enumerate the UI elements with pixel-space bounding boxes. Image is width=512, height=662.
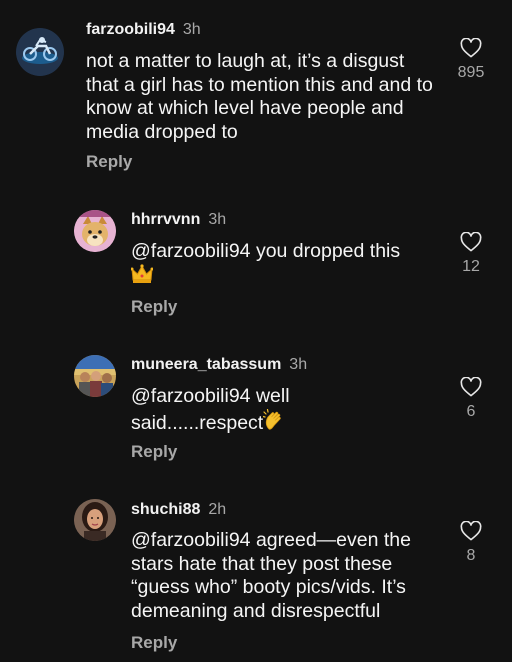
crown-emoji-icon [130, 263, 154, 291]
like-count: 6 [466, 403, 476, 420]
username[interactable]: farzoobili94 [86, 21, 175, 38]
motorcycle-logo-icon [16, 28, 64, 76]
doge-avatar-icon [74, 210, 116, 252]
username[interactable]: muneera_tabassum [131, 356, 281, 373]
like-button[interactable]: 895 [453, 38, 489, 82]
like-count: 8 [466, 547, 476, 564]
heart-icon [460, 521, 482, 541]
comment-text-content: @farzoobili94 you dropped this [131, 240, 401, 262]
heart-icon [460, 377, 482, 397]
heart-icon [460, 38, 482, 58]
comment-meta: farzoobili94 3h [86, 20, 201, 40]
username[interactable]: shuchi88 [131, 501, 200, 518]
like-button[interactable]: 6 [453, 377, 489, 421]
comment-text: not a matter to laugh at, it’s a disgust… [86, 50, 433, 143]
comment-text: @farzoobili94 you dropped this [130, 240, 436, 291]
avatar[interactable] [74, 499, 116, 541]
timestamp: 3h [289, 356, 308, 373]
timestamp: 2h [208, 501, 227, 518]
woman-portrait-avatar-icon [74, 499, 116, 541]
comment-meta: shuchi88 2h [131, 500, 226, 520]
comment-text: @farzoobili94 well said......respect [131, 385, 331, 437]
like-count: 895 [457, 64, 485, 81]
avatar[interactable] [16, 28, 64, 76]
like-count: 12 [462, 258, 480, 275]
clapping-hands-emoji-icon [262, 408, 285, 438]
comment-meta: muneera_tabassum 3h [131, 355, 307, 375]
group-photo-avatar-icon [74, 355, 116, 397]
like-button[interactable]: 8 [453, 521, 489, 565]
username[interactable]: hhrrvvnn [131, 211, 200, 228]
reply-button[interactable]: Reply [86, 152, 132, 172]
reply-button[interactable]: Reply [131, 442, 177, 462]
like-button[interactable]: 12 [453, 232, 489, 276]
timestamp: 3h [182, 21, 201, 38]
reply-button[interactable]: Reply [131, 633, 177, 653]
comment-text: @farzoobili94 agreed—even the stars hate… [131, 529, 411, 622]
comment-meta: hhrrvvnn 3h [131, 210, 226, 230]
timestamp: 3h [208, 211, 227, 228]
reply-button[interactable]: Reply [131, 297, 177, 317]
heart-icon [460, 232, 482, 252]
avatar[interactable] [74, 355, 116, 397]
avatar[interactable] [74, 210, 116, 252]
